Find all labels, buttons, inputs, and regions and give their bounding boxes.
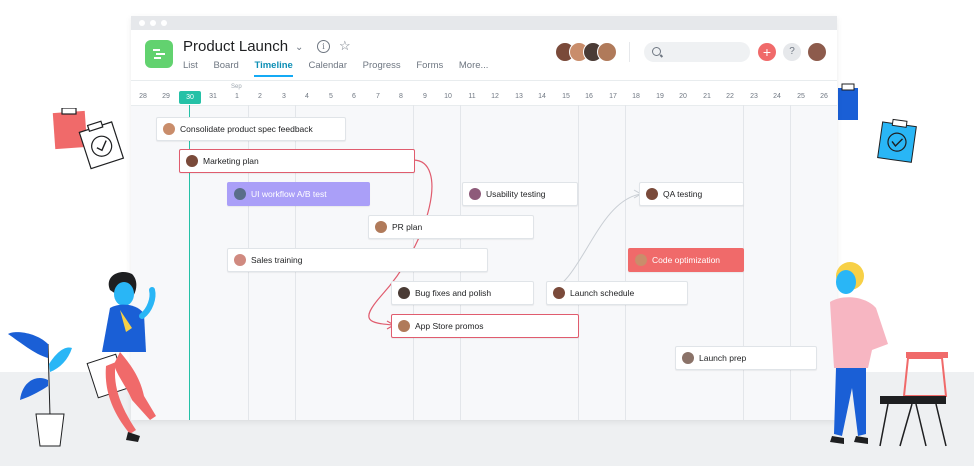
window-chrome [131,16,837,30]
info-icon[interactable]: i [317,40,330,53]
task-name: Launch schedule [570,288,635,298]
task-name: Sales training [251,255,303,265]
tab-timeline[interactable]: Timeline [254,60,293,77]
assignee-avatar [553,287,565,299]
task-bar[interactable]: Code optimization [628,248,744,272]
task-bar[interactable]: QA testing [639,182,744,206]
task-name: Bug fixes and polish [415,288,492,298]
assignee-avatar [646,188,658,200]
star-icon[interactable]: ☆ [339,38,351,54]
task-bar[interactable]: App Store promos [391,314,579,338]
assignee-avatar [398,320,410,332]
task-name: Launch prep [699,353,747,363]
task-name: App Store promos [415,321,484,331]
task-name: QA testing [663,189,703,199]
tab-calendar[interactable]: Calendar [308,60,347,75]
tab-progress[interactable]: Progress [363,60,401,75]
project-icon [145,40,173,68]
tab-more[interactable]: More... [459,60,489,75]
assignee-avatar [375,221,387,233]
assignee-avatar [163,123,175,135]
task-name: Usability testing [486,189,546,199]
tab-board[interactable]: Board [213,60,238,75]
window-dot [150,20,156,26]
task-bar[interactable]: Launch prep [675,346,817,370]
clipboard-check-illustration-left [52,108,125,170]
plant-illustration [8,332,72,447]
task-bar[interactable]: Marketing plan [179,149,415,173]
assignee-avatar [635,254,647,266]
project-tabs: List Board Timeline Calendar Progress Fo… [183,60,501,77]
chevron-down-icon[interactable]: ⌄ [295,42,303,53]
task-bar[interactable]: Launch schedule [546,281,688,305]
task-name: PR plan [392,222,423,232]
runner-with-clipboard-illustration [86,271,156,442]
help-icon[interactable]: ? [783,43,801,61]
timeline-view: Sep 28 29 30 31 1 2 3 4 5 6 7 8 9 10 11 … [131,80,837,420]
task-name: Code optimization [652,255,721,265]
task-name: Consolidate product spec feedback [180,124,313,134]
header-divider [629,42,630,62]
task-bar[interactable]: Sales training [227,248,488,272]
task-bar[interactable]: UI workflow A/B test [227,182,370,206]
search-icon [652,47,661,56]
task-bar[interactable]: Usability testing [462,182,578,206]
task-bar[interactable]: Bug fixes and polish [391,281,534,305]
task-bar[interactable]: PR plan [368,215,534,239]
search-input[interactable] [644,42,750,62]
user-avatar[interactable] [807,42,827,62]
plus-icon[interactable]: + [758,43,776,61]
clipboard-check-illustration-right [838,83,917,163]
task-name: Marketing plan [203,156,259,166]
assignee-avatar [186,155,198,167]
assignee-avatar [234,254,246,266]
window-dot [161,20,167,26]
avatar [597,42,617,62]
tab-forms[interactable]: Forms [416,60,443,75]
task-bar[interactable]: Consolidate product spec feedback [156,117,346,141]
assignee-avatar [234,188,246,200]
project-title: Product Launch [183,38,289,55]
task-name: UI workflow A/B test [251,189,327,199]
chair-illustration [879,352,948,447]
assignee-avatar [469,188,481,200]
window-dot [139,20,145,26]
project-header: Product Launch ⌄ i ☆ List Board Timeline… [131,30,837,80]
assignee-avatar [682,352,694,364]
assignee-avatar [398,287,410,299]
app-window: Product Launch ⌄ i ☆ List Board Timeline… [131,16,837,420]
tab-list[interactable]: List [183,60,198,75]
